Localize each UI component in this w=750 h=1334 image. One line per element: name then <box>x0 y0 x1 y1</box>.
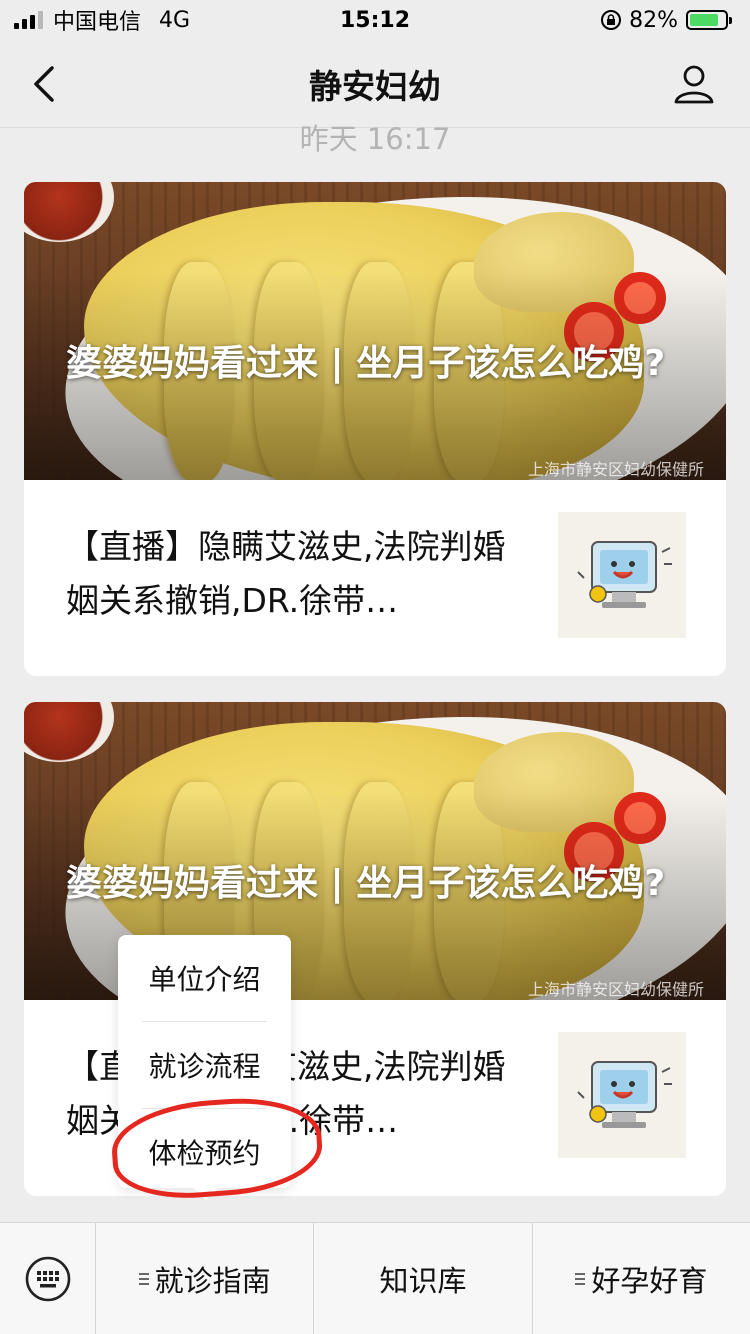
keyboard-toggle-button[interactable] <box>0 1223 96 1334</box>
message-timestamp: 昨天 16:17 <box>299 122 451 154</box>
article-title: 婆婆妈妈看过来 | 坐月子该怎么吃鸡? <box>66 343 666 384</box>
battery-icon <box>686 10 732 30</box>
bottom-menu: 就诊指南 知识库 好孕好育 <box>0 1222 750 1334</box>
computer-mascot-thumbnail <box>558 512 686 638</box>
menu-healthy-pregnancy-label: 好孕好育 <box>591 1264 708 1298</box>
article-title: 婆婆妈妈看过来 | 坐月子该怎么吃鸡? <box>66 863 666 904</box>
page-title: 静安妇幼 <box>309 66 441 106</box>
article-card[interactable]: 婆婆妈妈看过来 | 坐月子该怎么吃鸡? 上海市静安区妇幼保健所 【直播】隐瞒艾滋… <box>24 182 726 676</box>
article-hero[interactable]: 婆婆妈妈看过来 | 坐月子该怎么吃鸡? 上海市静安区妇幼保健所 <box>24 182 726 480</box>
menu-healthy-pregnancy[interactable]: 好孕好育 <box>533 1223 750 1334</box>
back-button[interactable] <box>28 62 64 106</box>
battery-percent: 82% <box>629 7 678 33</box>
nav-bar: 静安妇幼 <box>0 40 750 128</box>
menu-list-icon <box>138 1272 149 1286</box>
sub-article-title: 【直播】隐瞒艾滋史,法院判婚姻关系撤销,DR.徐带… <box>66 527 506 620</box>
menu-knowledge-base[interactable]: 知识库 <box>314 1223 533 1334</box>
carrier-label: 中国电信 <box>53 10 142 35</box>
sub-article[interactable]: 【直播】隐瞒艾滋史,法院判婚姻关系撤销,DR.徐带… <box>24 480 726 676</box>
menu-list-icon <box>575 1272 586 1286</box>
watermark: 上海市静安区妇幼保健所 <box>527 460 704 479</box>
status-bar: 中国电信 4G 15:12 82% <box>0 0 750 40</box>
network-label: 4G <box>159 7 191 33</box>
menu-item-visit-process[interactable]: 就诊流程 <box>118 1022 291 1108</box>
rotation-lock-icon <box>601 10 622 30</box>
menu-knowledge-base-label: 知识库 <box>379 1264 467 1298</box>
menu-visit-guide-label: 就诊指南 <box>154 1264 271 1298</box>
menu-item-unit-intro[interactable]: 单位介绍 <box>118 935 291 1021</box>
signal-icon <box>14 11 43 29</box>
user-icon <box>674 65 714 104</box>
chevron-left-icon <box>34 66 54 102</box>
profile-button[interactable] <box>672 62 716 106</box>
menu-visit-guide[interactable]: 就诊指南 <box>96 1223 315 1334</box>
watermark: 上海市静安区妇幼保健所 <box>527 980 704 999</box>
keyboard-icon <box>25 1256 70 1302</box>
computer-mascot-thumbnail <box>558 1032 686 1158</box>
